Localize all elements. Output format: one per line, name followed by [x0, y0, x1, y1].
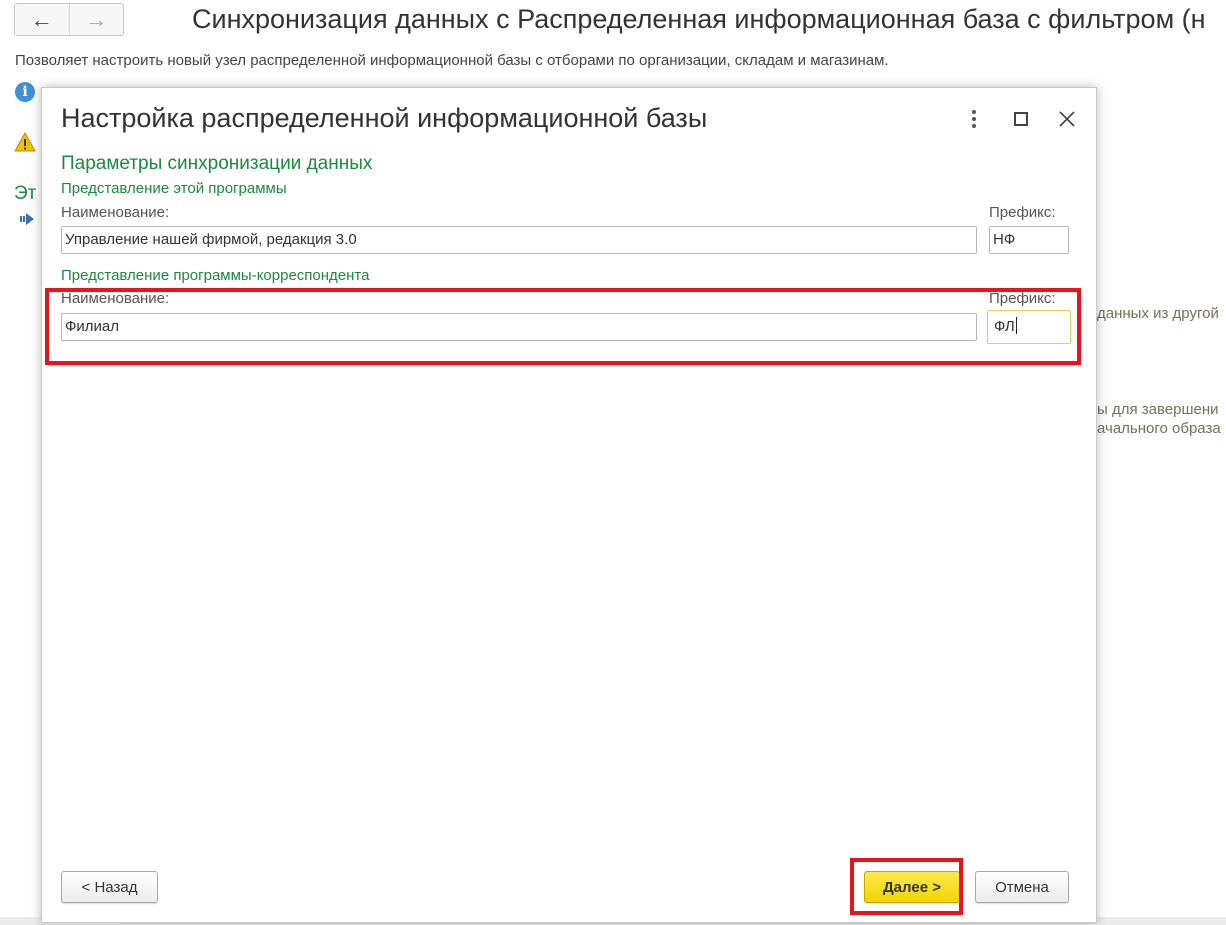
background-section-heading: Эт: [14, 183, 37, 204]
navigation-buttons: ← →: [14, 3, 124, 36]
forward-arrow-icon[interactable]: →: [70, 4, 124, 35]
background-side-text: ачального образа: [1097, 420, 1221, 437]
correspondent-prefix-label: Префикс:: [989, 290, 1056, 307]
page-title: Синхронизация данных с Распределенная ин…: [192, 4, 1206, 34]
correspondent-name-label: Наименование:: [61, 290, 170, 307]
info-icon: i: [15, 82, 35, 102]
background-side-text: ы для завершени: [1097, 401, 1219, 418]
maximize-icon[interactable]: [1008, 106, 1034, 132]
more-vertical-icon[interactable]: [961, 106, 987, 132]
correspondent-group-title: Представление программы-корреспондента: [61, 267, 370, 284]
this-program-group-title: Представление этой программы: [61, 180, 287, 197]
dialog-title: Настройка распределенной информационной …: [61, 103, 708, 133]
this-name-field[interactable]: Управление нашей фирмой, редакция 3.0: [61, 226, 977, 254]
setup-dialog: Настройка распределенной информационной …: [41, 87, 1097, 923]
warning-icon: [14, 132, 36, 152]
back-arrow-icon[interactable]: ←: [15, 4, 70, 35]
correspondent-name-field[interactable]: Филиал: [61, 313, 977, 341]
correspondent-prefix-value: ФЛ: [994, 318, 1015, 335]
this-prefix-field[interactable]: НФ: [989, 226, 1069, 254]
close-icon[interactable]: [1054, 106, 1080, 132]
section-title: Параметры синхронизации данных: [61, 153, 373, 174]
arrow-right-icon: [20, 213, 34, 225]
this-prefix-label: Префикс:: [989, 204, 1056, 221]
next-button[interactable]: Далее >: [864, 871, 960, 903]
correspondent-prefix-field[interactable]: ФЛ: [987, 310, 1071, 344]
this-name-label: Наименование:: [61, 204, 170, 221]
page-description: Позволяет настроить новый узел распредел…: [15, 52, 889, 69]
background-side-text: данных из другой: [1097, 305, 1219, 322]
cancel-button[interactable]: Отмена: [975, 871, 1069, 903]
text-caret: [1015, 317, 1017, 334]
back-button[interactable]: < Назад: [61, 871, 158, 903]
